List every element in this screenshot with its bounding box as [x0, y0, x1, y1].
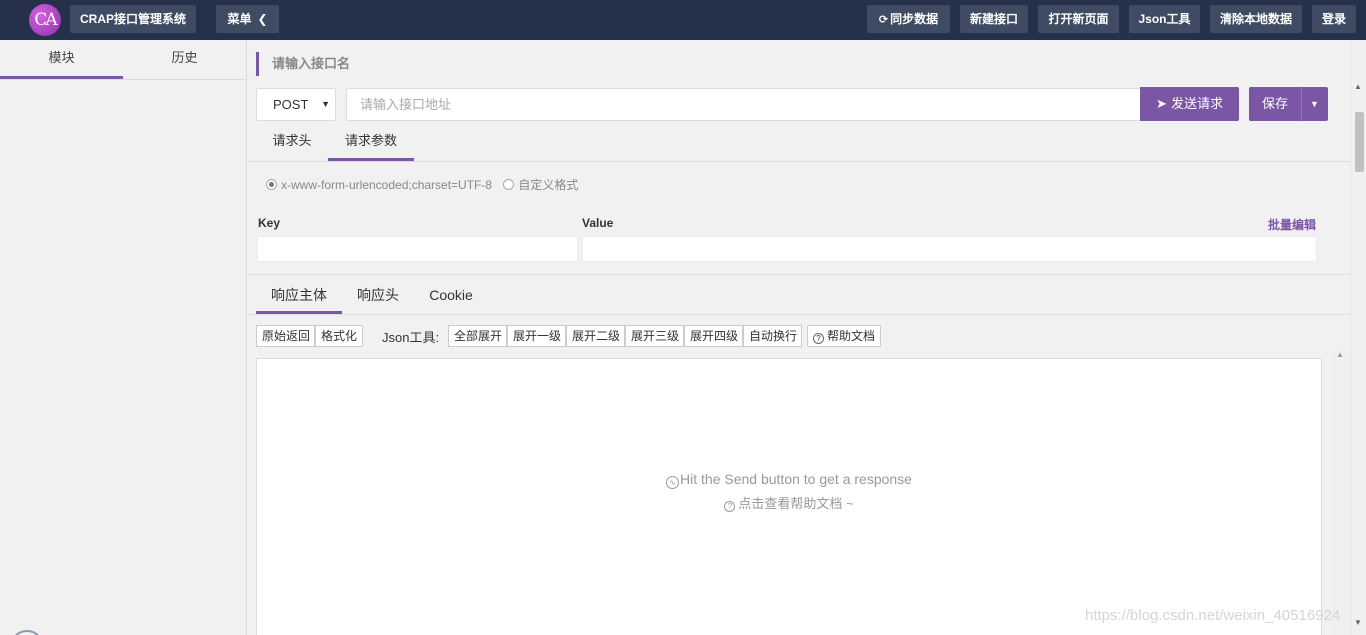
expand-level3-button[interactable]: 展开三级 — [625, 325, 684, 347]
content-type-urlencoded[interactable]: x-www-form-urlencoded;charset=UTF-8 — [266, 178, 492, 192]
sidebar-divider — [0, 79, 246, 80]
content-type-options: x-www-form-urlencoded;charset=UTF-8 自定义格… — [266, 176, 586, 193]
scroll-up-arrow-icon[interactable]: ▲ — [1354, 82, 1362, 91]
main-panel: 请输入接口名 POST ▼ ➤发送请求 保存 ▼ 请求头 请求参数 x-www-… — [248, 40, 1350, 635]
new-api-button[interactable]: 新建接口 — [960, 5, 1028, 33]
json-tool-label: Json工具: — [382, 330, 440, 345]
sidebar-tab-modules[interactable]: 模块 — [0, 40, 123, 79]
content-type-custom-label: 自定义格式 — [518, 178, 579, 192]
save-button[interactable]: 保存 ▼ — [1249, 87, 1328, 121]
empty-response-message: ∿ Hit the Send button to get a response — [257, 471, 1321, 489]
json-tool-button[interactable]: Json工具 — [1129, 5, 1200, 33]
content-type-custom[interactable]: 自定义格式 — [503, 176, 578, 193]
format-button[interactable]: 格式化 — [315, 325, 363, 347]
batch-edit-link[interactable]: 批量编辑 — [1268, 216, 1316, 233]
expand-all-button[interactable]: 全部展开 — [448, 325, 507, 347]
auto-wrap-button[interactable]: 自动换行 — [743, 325, 802, 347]
url-input[interactable] — [346, 88, 1140, 121]
login-button[interactable]: 登录 — [1312, 5, 1356, 33]
chevron-left-icon: ❮ — [257, 12, 268, 26]
floating-circle-icon[interactable] — [10, 630, 44, 635]
radio-checked-icon[interactable] — [266, 179, 277, 190]
tab-response-headers[interactable]: 响应头 — [348, 276, 408, 314]
watermark-text: https://blog.csdn.net/weixin_40516924 — [1085, 607, 1341, 624]
tab-request-params[interactable]: 请求参数 — [328, 124, 414, 161]
tab-request-headers[interactable]: 请求头 — [256, 124, 328, 161]
send-request-label: 发送请求 — [1170, 96, 1223, 111]
response-body-area[interactable]: ∿ Hit the Send button to get a response ?… — [256, 358, 1322, 635]
sync-data-button[interactable]: ⟳ 同步数据 — [867, 5, 950, 33]
question-icon: ? — [813, 333, 824, 344]
expand-level1-button[interactable]: 展开一级 — [507, 325, 566, 347]
clear-local-data-button[interactable]: 清除本地数据 — [1210, 5, 1302, 33]
caret-down-icon: ▼ — [321, 99, 330, 109]
help-hint-link[interactable]: ? 点击查看帮助文档 ~ — [257, 493, 1321, 512]
menu-label: 菜单 — [227, 12, 252, 26]
refresh-icon: ⟳ — [878, 14, 889, 26]
content-type-urlencoded-label: x-www-form-urlencoded;charset=UTF-8 — [281, 178, 493, 192]
param-value-input[interactable] — [582, 236, 1317, 262]
param-key-input[interactable] — [257, 236, 578, 262]
scroll-up-arrow-icon[interactable]: ▲ — [1336, 350, 1344, 359]
key-column-header: Key — [258, 216, 281, 230]
tab-response-body[interactable]: 响应主体 — [256, 276, 342, 314]
scrollbar-thumb[interactable] — [1355, 112, 1364, 172]
request-tabs: 请求头 请求参数 — [248, 124, 1350, 162]
expand-level4-button[interactable]: 展开四级 — [684, 325, 743, 347]
value-column-header: Value — [582, 216, 614, 230]
tab-response-cookie[interactable]: Cookie — [420, 276, 482, 314]
app-title-button[interactable]: CRAP接口管理系统 — [70, 5, 196, 33]
send-icon: ➤ — [1156, 96, 1167, 111]
response-tabs: 响应主体 响应头 Cookie — [248, 276, 1350, 315]
method-value: POST — [273, 97, 309, 112]
section-divider — [248, 274, 1350, 275]
help-hint-text: 点击查看帮助文档 ~ — [738, 496, 854, 511]
radio-icon[interactable] — [503, 179, 515, 190]
save-label: 保存 — [1262, 96, 1289, 111]
menu-toggle-button[interactable]: 菜单 ❮ — [216, 5, 279, 33]
send-request-button[interactable]: ➤ 发送请求 — [1140, 87, 1239, 121]
response-scrollbar[interactable]: ▲ — [1332, 350, 1348, 635]
caret-down-icon[interactable]: ▼ — [1310, 87, 1319, 121]
question-icon: ? — [724, 501, 736, 512]
interface-name-field[interactable]: 请输入接口名 — [256, 52, 1346, 76]
empty-response-text: Hit the Send button to get a response — [680, 471, 912, 487]
expand-level2-button[interactable]: 展开二级 — [566, 325, 625, 347]
page-scrollbar[interactable]: ▲ ▼ — [1350, 40, 1366, 635]
save-divider — [1301, 87, 1302, 121]
raw-response-button[interactable]: 原始返回 — [256, 325, 315, 347]
sidebar: 模块 历史 — [0, 40, 247, 635]
app-logo[interactable]: CA — [29, 4, 61, 36]
help-doc-button[interactable]: ? 帮助文档 — [807, 325, 882, 347]
method-select[interactable]: POST ▼ — [256, 88, 336, 121]
sync-data-label: 同步数据 — [890, 12, 939, 26]
scroll-down-arrow-icon[interactable]: ▼ — [1354, 618, 1362, 627]
sad-face-icon: ∿ — [666, 476, 680, 489]
top-navbar: CA CRAP接口管理系统 菜单 ❮ ⟳ 同步数据 新建接口 打开新页面 Json工… — [0, 0, 1366, 40]
open-new-page-button[interactable]: 打开新页面 — [1038, 5, 1119, 33]
help-doc-label: 帮助文档 — [827, 329, 876, 343]
sidebar-tab-history[interactable]: 历史 — [123, 40, 246, 79]
